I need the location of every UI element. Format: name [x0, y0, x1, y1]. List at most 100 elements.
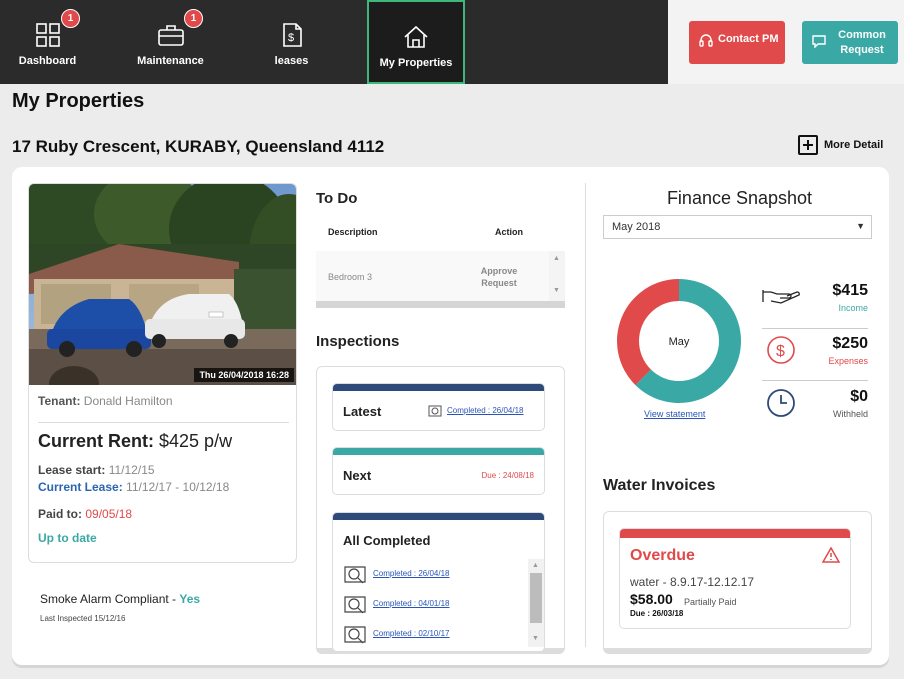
nav-leases[interactable]: $ leases [244, 0, 339, 84]
current-lease-value: 11/12/17 - 10/12/18 [126, 480, 230, 494]
card-bar [333, 384, 544, 391]
nav-my-properties[interactable]: My Properties [367, 0, 465, 84]
plus-icon [798, 135, 818, 155]
inspection-photo-icon [428, 405, 442, 417]
common-request-button[interactable]: Common Request [802, 21, 898, 64]
document-dollar-icon: $ [282, 23, 302, 47]
income-amount: $415 [832, 282, 868, 299]
rent-label: Current Rent: [38, 431, 154, 451]
hand-money-icon [762, 290, 800, 304]
last-inspected: Last Inspected 15/12/16 [40, 614, 126, 623]
latest-title: Latest [343, 404, 382, 419]
common-request-label: Common Request [838, 29, 886, 56]
water-invoice-card[interactable]: Overdue water - 8.9.17-12.12.17 $58.00 P… [619, 528, 851, 629]
withheld-label: Withheld [832, 409, 868, 419]
svg-text:$: $ [776, 343, 785, 360]
inspection-all-card: All Completed Completed : 26/04/18 Compl… [332, 512, 545, 652]
payment-status: Up to date [38, 531, 97, 545]
invoice-amount: $58.00 [630, 591, 673, 607]
card-bar [333, 448, 544, 455]
nav-dashboard[interactable]: 1 Dashboard [0, 0, 95, 84]
column-divider [585, 183, 586, 647]
nav-leases-label: leases [274, 55, 309, 67]
tenant-line: Tenant: Donald Hamilton [38, 394, 173, 408]
headset-icon [699, 34, 713, 47]
todo-row-description: Bedroom 3 [328, 272, 373, 282]
maintenance-badge: 1 [184, 9, 203, 28]
invoice-amount-note: Partially Paid [684, 597, 737, 607]
finance-title: Finance Snapshot [666, 188, 813, 208]
tenant-name: Donald Hamilton [83, 394, 173, 408]
divider [762, 328, 868, 329]
photo-timestamp: Thu 26/04/2018 16:28 [194, 368, 294, 382]
smoke-alarm-status: Smoke Alarm Compliant - Yes [40, 592, 200, 606]
todo-scrollbar[interactable]: ▲ ▼ [549, 251, 565, 301]
divider [762, 380, 868, 381]
inspection-photo-icon [344, 596, 366, 614]
contact-pm-button[interactable]: Contact PM [689, 21, 785, 64]
next-title: Next [343, 468, 372, 483]
scroll-down-icon[interactable]: ▼ [553, 287, 560, 294]
latest-inspection-link[interactable]: Completed : 26/04/18 [447, 406, 524, 415]
completed-scrollbar[interactable]: ▲ ▼ [528, 559, 544, 647]
todo-list: Bedroom 3 Approve Request ▲ ▼ [316, 251, 565, 308]
toolbox-icon [157, 25, 184, 46]
nav-my-properties-label: My Properties [379, 57, 453, 69]
smoke-label: Smoke Alarm Compliant - [40, 592, 177, 606]
property-address: 17 Ruby Crescent, KURABY, Queensland 411… [12, 137, 385, 156]
property-photo[interactable]: Thu 26/04/2018 16:28 [29, 184, 296, 385]
paid-to-value: 09/05/18 [85, 507, 133, 521]
current-lease-label: Current Lease: [38, 480, 123, 494]
nav-maintenance[interactable]: 1 Maintenance [123, 0, 218, 84]
completed-link-3[interactable]: Completed : 02/10/17 [373, 629, 450, 638]
dashboard-icon [35, 23, 60, 47]
inspections-title: Inspections [316, 333, 400, 350]
withheld-amount: $0 [850, 388, 868, 405]
completed-link-2[interactable]: Completed : 04/01/18 [373, 599, 450, 608]
current-rent: Current Rent: $425 p/w [38, 431, 232, 452]
more-detail-label: More Detail [824, 139, 884, 151]
expenses-label: Expenses [828, 356, 868, 366]
property-photo-image [29, 184, 296, 385]
completed-item[interactable]: Completed : 26/04/18 [343, 563, 450, 585]
clock-icon [767, 389, 795, 417]
card-bar [333, 513, 544, 520]
finance-donut-chart: May [617, 279, 741, 403]
scroll-thumb[interactable] [530, 573, 542, 623]
property-card: Thu 26/04/2018 16:28 Tenant: Donald Hami… [28, 183, 297, 563]
dashboard-badge: 1 [61, 9, 80, 28]
next-inspection-due: Due : 24/08/18 [481, 471, 534, 480]
withheld-row: $0 Withheld [762, 386, 868, 432]
invoice-due: Due : 26/03/18 [630, 609, 684, 618]
house-icon [404, 25, 428, 48]
all-completed-title: All Completed [343, 533, 431, 548]
expenses-amount: $250 [832, 335, 868, 352]
completed-item[interactable]: Completed : 04/01/18 [343, 593, 450, 615]
view-statement-link[interactable]: View statement [644, 409, 705, 419]
caret-down-icon: ▼ [856, 221, 865, 231]
inspection-photo-icon [344, 566, 366, 584]
paid-to-label: Paid to: [38, 507, 82, 521]
income-row: $415 Income [762, 280, 868, 326]
nav-maintenance-label: Maintenance [137, 55, 204, 67]
water-invoices-title: Water Invoices [603, 477, 716, 494]
smoke-value: Yes [179, 592, 201, 606]
top-nav: 1 Dashboard 1 Maintenance $ leases My Pr… [0, 0, 668, 84]
lease-start-label: Lease start: [38, 463, 106, 477]
completed-item[interactable]: Completed : 02/10/17 [343, 623, 450, 645]
paid-to: Paid to: 09/05/18 [38, 507, 132, 521]
divider [38, 422, 289, 423]
inspection-next-card: Next Due : 24/08/18 [332, 447, 545, 495]
scroll-up-icon[interactable]: ▲ [553, 255, 560, 262]
chat-icon [812, 35, 826, 48]
todo-col-description: Description [328, 227, 378, 237]
donut-label: May [669, 336, 690, 348]
scroll-down-icon[interactable]: ▼ [532, 635, 539, 642]
month-select-value: May 2018 [612, 221, 661, 233]
approve-request-button[interactable]: Approve Request [476, 265, 522, 289]
lease-start-value: 11/12/15 [108, 463, 155, 477]
completed-link-1[interactable]: Completed : 26/04/18 [373, 569, 450, 578]
income-label: Income [838, 303, 868, 313]
scroll-up-icon[interactable]: ▲ [532, 562, 539, 569]
month-select[interactable]: May 2018 ▼ [603, 215, 872, 239]
